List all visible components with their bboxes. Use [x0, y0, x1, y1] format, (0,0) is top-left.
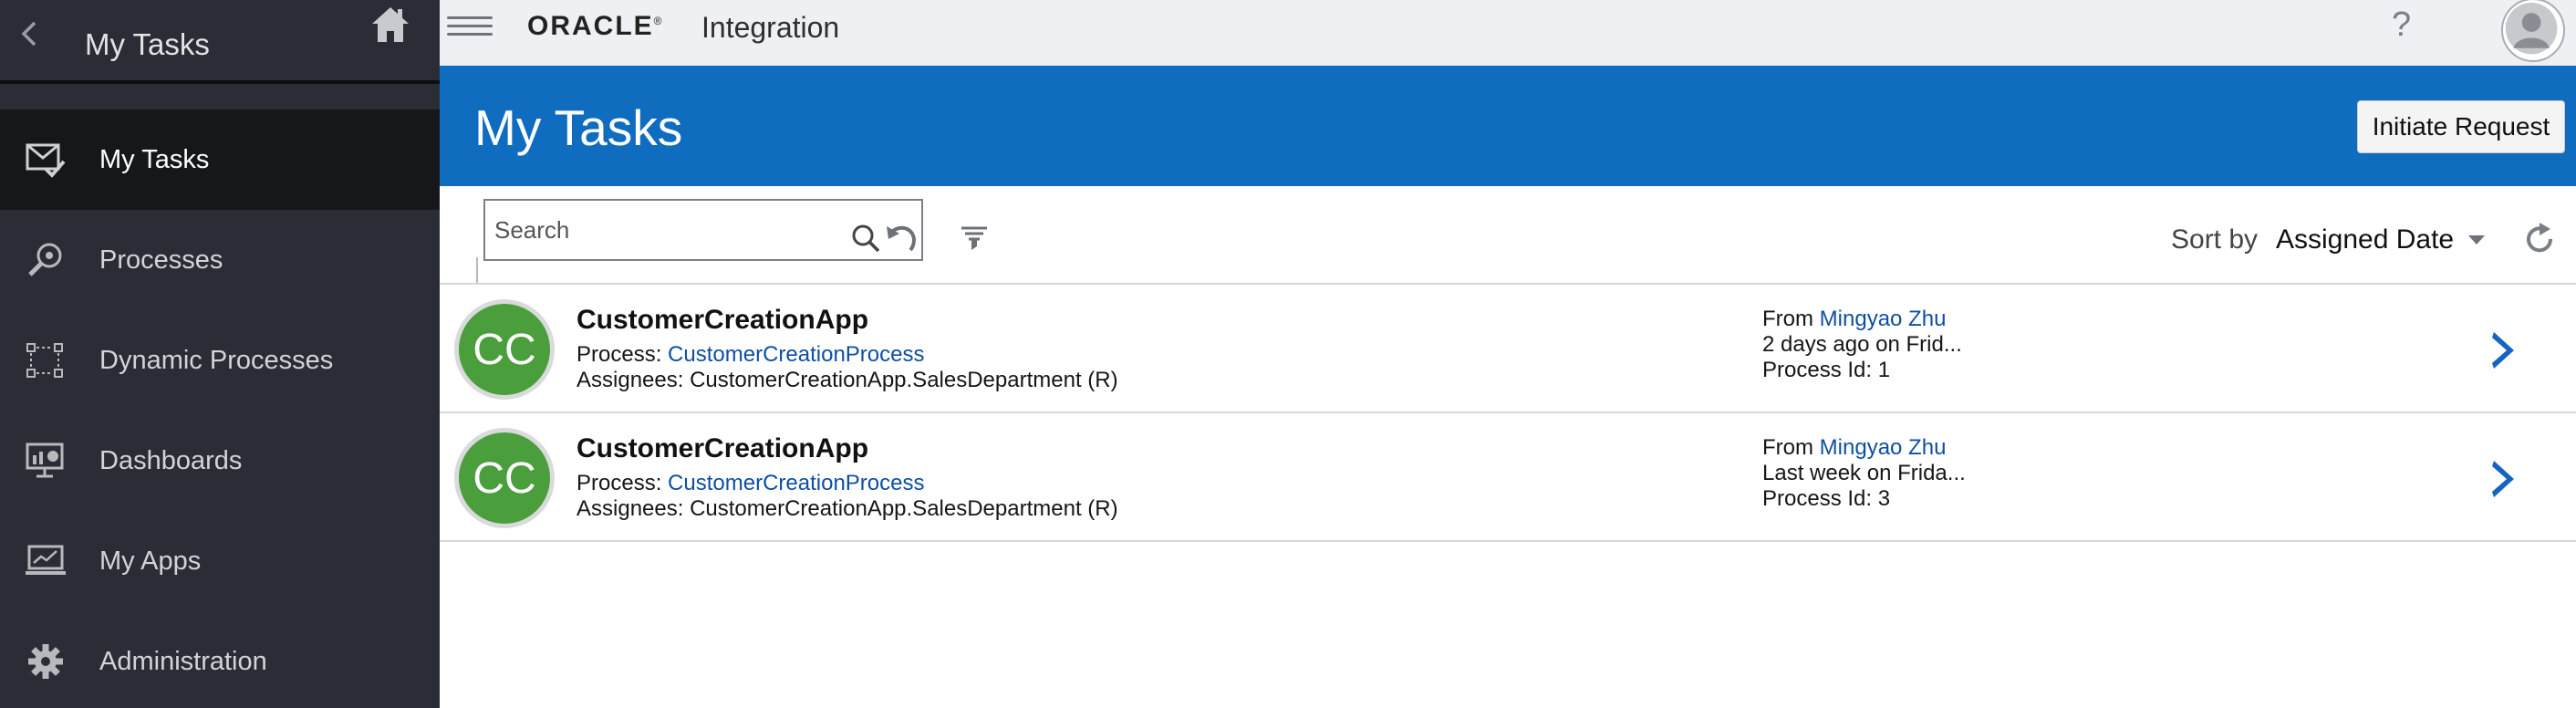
search-icon[interactable]	[850, 223, 881, 254]
sidebar-item-label: Dashboards	[99, 445, 243, 475]
task-row[interactable]: CC CustomerCreationApp Process: Customer…	[440, 413, 2576, 542]
dynamic-processes-icon	[26, 343, 63, 378]
sidebar-header: My Tasks	[0, 0, 440, 84]
sidebar-item-label: My Apps	[99, 546, 202, 576]
task-row[interactable]: CC CustomerCreationApp Process: Customer…	[440, 285, 2576, 413]
page-title: My Tasks	[474, 99, 683, 156]
task-from: From Mingyao Zhu	[1762, 307, 1947, 331]
search-box	[483, 199, 923, 261]
sidebar-nav: My Tasks Processes Dynamic Processes Das…	[0, 109, 440, 708]
task-process-id: Process Id: 3	[1762, 486, 1891, 511]
chevron-down-icon	[2468, 235, 2486, 245]
sidebar-item-dynamic-processes[interactable]: Dynamic Processes	[0, 310, 440, 411]
from-user-link[interactable]: Mingyao Zhu	[1820, 307, 1947, 331]
user-icon	[2505, 2, 2558, 55]
search-divider	[476, 257, 478, 283]
tasks-icon	[26, 143, 66, 178]
task-assigned-time: 2 days ago on Frid...	[1762, 332, 1962, 357]
task-process: Process: CustomerCreationProcess	[576, 471, 925, 495]
page-header: My Tasks Initiate Request	[440, 66, 2576, 186]
task-avatar: CC	[454, 299, 555, 400]
search-input[interactable]	[494, 213, 841, 246]
filter-icon[interactable]	[960, 224, 989, 254]
chevron-right-icon[interactable]	[2488, 457, 2521, 501]
task-from: From Mingyao Zhu	[1762, 435, 1947, 460]
product-name: Integration	[701, 11, 840, 44]
initiate-request-button[interactable]: Initiate Request	[2357, 100, 2565, 153]
top-bar: ORACLE® Integration ?	[440, 0, 2576, 66]
sidebar-item-label: Administration	[99, 646, 267, 676]
app-root: My Tasks My Tasks Processes Dynamic Proc…	[0, 0, 2576, 708]
sort-dropdown[interactable]: Assigned Date	[2276, 224, 2487, 255]
sort-label: Sort by	[2171, 224, 2259, 255]
sort-value: Assigned Date	[2276, 224, 2455, 255]
oracle-logo: ORACLE®	[527, 11, 664, 41]
sidebar-item-administration[interactable]: Administration	[0, 611, 440, 708]
processes-icon	[28, 243, 62, 276]
task-assigned-time: Last week on Frida...	[1762, 461, 1966, 485]
sidebar-item-my-apps[interactable]: My Apps	[0, 511, 440, 611]
sidebar-item-label: Dynamic Processes	[99, 345, 334, 375]
gear-icon	[28, 644, 63, 679]
undo-icon[interactable]	[885, 221, 919, 252]
sidebar-item-dashboards[interactable]: Dashboards	[0, 411, 440, 511]
process-link[interactable]: CustomerCreationProcess	[668, 471, 924, 495]
task-avatar: CC	[454, 428, 555, 528]
sidebar-item-label: My Tasks	[99, 144, 210, 174]
apps-icon	[26, 545, 66, 575]
sidebar-item-label: Processes	[99, 245, 223, 275]
sidebar-item-processes[interactable]: Processes	[0, 210, 440, 310]
task-process: Process: CustomerCreationProcess	[576, 342, 925, 367]
refresh-icon[interactable]	[2521, 221, 2558, 257]
home-icon[interactable]	[369, 4, 411, 46]
task-name: CustomerCreationApp	[576, 305, 869, 335]
task-assignees: Assignees: CustomerCreationApp.SalesDepa…	[576, 368, 1118, 392]
from-user-link[interactable]: Mingyao Zhu	[1820, 435, 1947, 460]
hamburger-menu-icon[interactable]	[447, 11, 493, 42]
process-link[interactable]: CustomerCreationProcess	[668, 342, 924, 367]
task-process-id: Process Id: 1	[1762, 358, 1891, 382]
sidebar: My Tasks My Tasks Processes Dynamic Proc…	[0, 0, 440, 708]
sidebar-item-my-tasks[interactable]: My Tasks	[0, 109, 440, 210]
chevron-right-icon[interactable]	[2488, 328, 2521, 372]
task-toolbar: Sort by Assigned Date	[440, 186, 2576, 283]
sidebar-title: My Tasks	[85, 27, 210, 61]
user-avatar[interactable]	[2501, 0, 2565, 62]
task-assignees: Assignees: CustomerCreationApp.SalesDepa…	[576, 496, 1118, 521]
dashboard-icon	[26, 442, 64, 478]
task-name: CustomerCreationApp	[576, 433, 869, 463]
back-arrow-icon[interactable]	[16, 20, 44, 47]
help-icon[interactable]: ?	[2392, 5, 2411, 45]
task-list: CC CustomerCreationApp Process: Customer…	[440, 283, 2576, 542]
